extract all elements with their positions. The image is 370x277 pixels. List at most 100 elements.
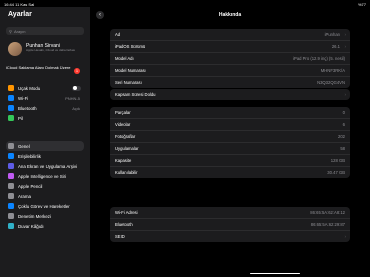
- avatar: [8, 42, 22, 56]
- network-info-card: Wi-Fi Adresi 86:65:5A:62:A8:12 Bluetooth 86…: [110, 207, 350, 242]
- info-row-label: Videolar: [115, 122, 131, 127]
- settings-icon: [8, 213, 14, 219]
- profile-row[interactable]: Punhan Sirvani Apple Hesabı, iCloud ve d…: [6, 39, 84, 61]
- info-row-label: Model Numarası: [115, 68, 146, 73]
- sidebar-item-label: Erişilebilirlik: [18, 153, 41, 159]
- info-row[interactable]: Kapsam Süresi Doldu ›: [110, 89, 350, 100]
- info-row: Fotoğraflar 202: [110, 131, 350, 143]
- sidebar-group-system: Genel Erişilebilirlik Ana Ekran ve Uygulam…: [6, 141, 84, 231]
- sidebar-item[interactable]: Duvar Kâğıdı: [6, 221, 84, 231]
- sidebar-item[interactable]: Uçak Modu: [6, 83, 84, 93]
- settings-icon: [8, 163, 14, 169]
- chevron-right-icon: ›: [344, 44, 347, 49]
- sidebar-item-label: Apple Intelligence ve Siri: [18, 173, 67, 179]
- sidebar-item-label: Bluetooth: [18, 105, 37, 111]
- info-row-label: Wi-Fi Adresi: [115, 210, 138, 215]
- sidebar-item[interactable]: Apple Pencil: [6, 181, 84, 191]
- sidebar-item[interactable]: Wi-Fi PNHN-5: [6, 93, 84, 103]
- status-bar: 16:44 11 Kas Sal %77: [0, 0, 370, 7]
- info-row-value: N3Q32QG4VN: [317, 80, 345, 85]
- info-row: Uygulamalar 58: [110, 143, 350, 155]
- info-row-value: 86:65:5A:62:A8:12: [310, 210, 345, 215]
- device-info-card: Ad iPunhan › iPadOS Sürümü 26.1 › Model Adı iPa…: [110, 29, 350, 88]
- main-panel: ‹ Hakkında Ad iPunhan › iPadOS Sürümü 26.1 › M…: [90, 7, 370, 277]
- info-row-label: Kapsam Süresi Doldu: [115, 92, 156, 97]
- settings-icon: [8, 115, 14, 121]
- info-row-label: Bluetooth: [115, 222, 133, 227]
- info-row-label: Kullanılabilir: [115, 170, 138, 175]
- sidebar-item-label: Ana Ekran ve Uygulama Arşivi: [18, 163, 78, 169]
- info-row: Bluetooth 86:65:5A:62:29:87: [110, 219, 350, 231]
- info-row-label: Seri Numarası: [115, 80, 142, 85]
- settings-icon: [8, 153, 14, 159]
- icloud-storage-warning[interactable]: iCloud Saklama Alanı Dolmak Üzere 1: [6, 65, 84, 79]
- chevron-right-icon: ›: [344, 32, 347, 37]
- home-indicator: [250, 272, 300, 274]
- info-row-label: Uygulamalar: [115, 146, 139, 151]
- info-row: Model Numarası MHNF3RK/A: [110, 65, 350, 77]
- sidebar-item-label: Uçak Modu: [18, 85, 41, 91]
- icloud-warning-label: iCloud Saklama Alanı Dolmak Üzere: [6, 65, 71, 70]
- sidebar-item[interactable]: Pil: [6, 113, 84, 123]
- info-row[interactable]: iPadOS Sürümü 26.1 ›: [110, 41, 350, 53]
- info-row-value: MHNF3RK/A: [320, 68, 345, 73]
- storage-info-card: Parçalar 0 Videolar 6 Fotoğraflar 202 Uygulama…: [110, 107, 350, 178]
- info-row: Parçalar 0: [110, 107, 350, 119]
- page-title: Hakkında: [218, 12, 242, 18]
- info-row[interactable]: Ad iPunhan ›: [110, 29, 350, 41]
- settings-icon: [8, 203, 14, 209]
- info-row-value: iPad Pro (12.9 inç) (5. nesil): [293, 56, 345, 61]
- sidebar-item[interactable]: Arama: [6, 191, 84, 201]
- sidebar-item[interactable]: Genel: [6, 141, 84, 151]
- sidebar-title: Ayarlar: [8, 11, 32, 18]
- sidebar-item-label: Wi-Fi: [18, 95, 29, 101]
- info-row-value: 30.47 GB: [327, 170, 345, 175]
- info-row-value: 0: [342, 110, 345, 115]
- info-row-label: SEID: [115, 234, 125, 239]
- info-row: Kullanılabilir 30.47 GB: [110, 167, 350, 178]
- settings-icon: [8, 183, 14, 189]
- sidebar-item-label: Apple Pencil: [18, 183, 43, 189]
- info-row: Videolar 6: [110, 119, 350, 131]
- search-field[interactable]: ⚲ Arayın: [6, 27, 84, 35]
- sidebar-item-value: PNHN-5: [65, 95, 80, 101]
- sidebar-item[interactable]: Ana Ekran ve Uygulama Arşivi: [6, 161, 84, 171]
- settings-icon: [8, 223, 14, 229]
- battery-indicator: %77: [357, 1, 366, 7]
- airplane-mode-toggle[interactable]: [72, 85, 81, 91]
- info-row-value: 6: [342, 122, 345, 127]
- sidebar-item-label: Pil: [18, 115, 23, 121]
- status-time: 16:44 11 Kas Sal: [4, 1, 35, 7]
- profile-subtitle: Apple Hesabı, iCloud ve daha fazlası: [26, 48, 76, 52]
- settings-icon: [8, 193, 14, 199]
- info-row[interactable]: SEID ›: [110, 231, 350, 242]
- sidebar-item-label: Genel: [18, 143, 30, 149]
- sidebar-item-label: Duvar Kâğıdı: [18, 223, 44, 229]
- info-row-value: 202: [338, 134, 345, 139]
- info-row-label: Model Adı: [115, 56, 134, 61]
- notification-badge: 1: [74, 68, 80, 74]
- settings-icon: [8, 85, 14, 91]
- sidebar-item[interactable]: Denetim Merkezi: [6, 211, 84, 221]
- sidebar-item[interactable]: Apple Intelligence ve Siri: [6, 171, 84, 181]
- sidebar-item[interactable]: Bluetooth Açık: [6, 103, 84, 113]
- sidebar-item-label: Çoklu Görev ve Hareketler: [18, 203, 70, 209]
- settings-icon: [8, 173, 14, 179]
- chevron-right-icon: ›: [344, 234, 347, 239]
- info-row: Seri Numarası N3Q32QG4VN: [110, 77, 350, 88]
- sidebar: Ayarlar ⚲ Arayın Punhan Sirvani Apple He…: [0, 7, 90, 277]
- search-icon: ⚲: [9, 28, 12, 34]
- info-row-value: 128 GB: [330, 158, 345, 163]
- sidebar-item[interactable]: Çoklu Görev ve Hareketler: [6, 201, 84, 211]
- info-row-label: Fotoğraflar: [115, 134, 136, 139]
- info-row-label: Ad: [115, 32, 121, 37]
- info-row-value: 26.1: [331, 44, 340, 49]
- info-row-label: iPadOS Sürümü: [115, 44, 146, 49]
- sidebar-item[interactable]: Erişilebilirlik: [6, 151, 84, 161]
- chevron-right-icon: ›: [344, 92, 347, 97]
- sidebar-item-value: Açık: [72, 105, 80, 111]
- info-row-value: 86:65:5A:62:29:87: [310, 222, 345, 227]
- settings-icon: [8, 95, 14, 101]
- info-row: Wi-Fi Adresi 86:65:5A:62:A8:12: [110, 207, 350, 219]
- info-row-label: Parçalar: [115, 110, 131, 115]
